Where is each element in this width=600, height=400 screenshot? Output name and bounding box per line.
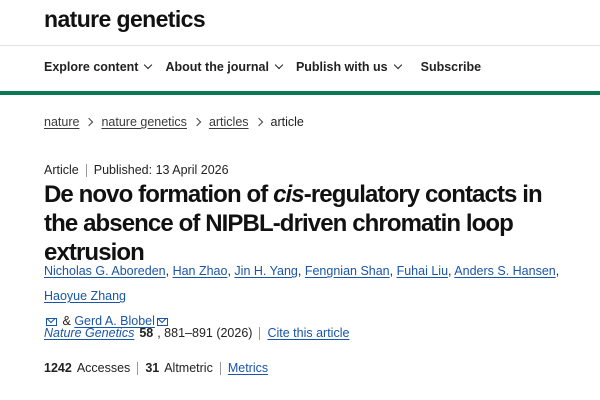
- email-icon[interactable]: [156, 317, 168, 326]
- altmetric-count: 31: [145, 361, 160, 375]
- article-meta: Article Published: 13 April 2026: [44, 163, 229, 177]
- cite-this-article-link[interactable]: Cite this article: [267, 326, 349, 340]
- meta-divider: [85, 163, 87, 177]
- nav-publish-with-us[interactable]: Publish with us: [295, 60, 402, 74]
- metrics-link[interactable]: Metrics: [228, 361, 268, 375]
- logo-genetics: genetics: [116, 6, 206, 32]
- breadcrumb: nature nature genetics articles article: [44, 115, 304, 129]
- chevron-right-icon: [85, 117, 94, 127]
- nav-explore-content[interactable]: Explore content: [44, 60, 153, 74]
- breadcrumb-current: article: [270, 115, 304, 129]
- published-date: Published: 13 April 2026: [93, 163, 229, 177]
- nav-publish-label: Publish with us: [295, 60, 388, 74]
- citation-divider: [259, 326, 261, 340]
- article-title: De novo formation of cis-regulatory cont…: [44, 180, 564, 267]
- journal-link[interactable]: Nature Genetics: [44, 326, 134, 340]
- author-list: Nicholas G. Aboreden, Han Zhao, Jin H. Y…: [44, 264, 560, 328]
- nav-subscribe[interactable]: Subscribe: [421, 60, 481, 74]
- author-link[interactable]: Fuhai Liu: [397, 264, 448, 278]
- article-type: Article: [44, 163, 79, 177]
- logo-nature: nature: [44, 6, 111, 32]
- header-divider: [0, 45, 600, 46]
- nav-explore-label: Explore content: [44, 60, 139, 74]
- breadcrumb-nature[interactable]: nature: [44, 115, 79, 129]
- chevron-down-icon: [144, 60, 153, 70]
- author-link[interactable]: Anders S. Hansen: [454, 264, 555, 278]
- breadcrumb-articles[interactable]: articles: [209, 115, 249, 129]
- altmetric-label: Altmetric: [164, 361, 213, 375]
- stats-divider: [137, 361, 139, 375]
- article-stats: 1242 Accesses 31 Altmetric Metrics: [44, 361, 268, 375]
- author-link[interactable]: Haoyue Zhang: [44, 289, 126, 303]
- citation-line: Nature Genetics 58 , 881–891 (2026) Cite…: [44, 326, 349, 340]
- title-italic: cis: [273, 181, 305, 208]
- chevron-right-icon: [254, 117, 263, 127]
- accesses-count: 1242: [44, 361, 72, 375]
- chevron-right-icon: [192, 117, 202, 127]
- author-link[interactable]: Nicholas G. Aboreden: [44, 264, 166, 278]
- main-nav: Explore content About the journal Publis…: [44, 60, 495, 74]
- title-part1: De novo formation of: [44, 181, 274, 208]
- accesses-label: Accesses: [76, 361, 131, 375]
- author-link[interactable]: Jin H. Yang: [234, 264, 297, 278]
- author-link[interactable]: Fengnian Shan: [305, 264, 390, 278]
- nav-about-label: About the journal: [165, 60, 269, 74]
- pages-year: , 881–891 (2026): [157, 326, 253, 340]
- volume: 58: [139, 326, 154, 340]
- site-logo[interactable]: nature genetics: [44, 6, 206, 33]
- stats-divider: [219, 361, 221, 375]
- brand-green-bar: [0, 91, 600, 95]
- breadcrumb-nature-genetics[interactable]: nature genetics: [101, 115, 186, 129]
- author-link[interactable]: Han Zhao: [173, 264, 228, 278]
- email-icon[interactable]: [46, 317, 57, 326]
- chevron-down-icon: [393, 60, 402, 70]
- chevron-down-icon: [274, 60, 284, 70]
- nav-about-journal[interactable]: About the journal: [165, 60, 284, 74]
